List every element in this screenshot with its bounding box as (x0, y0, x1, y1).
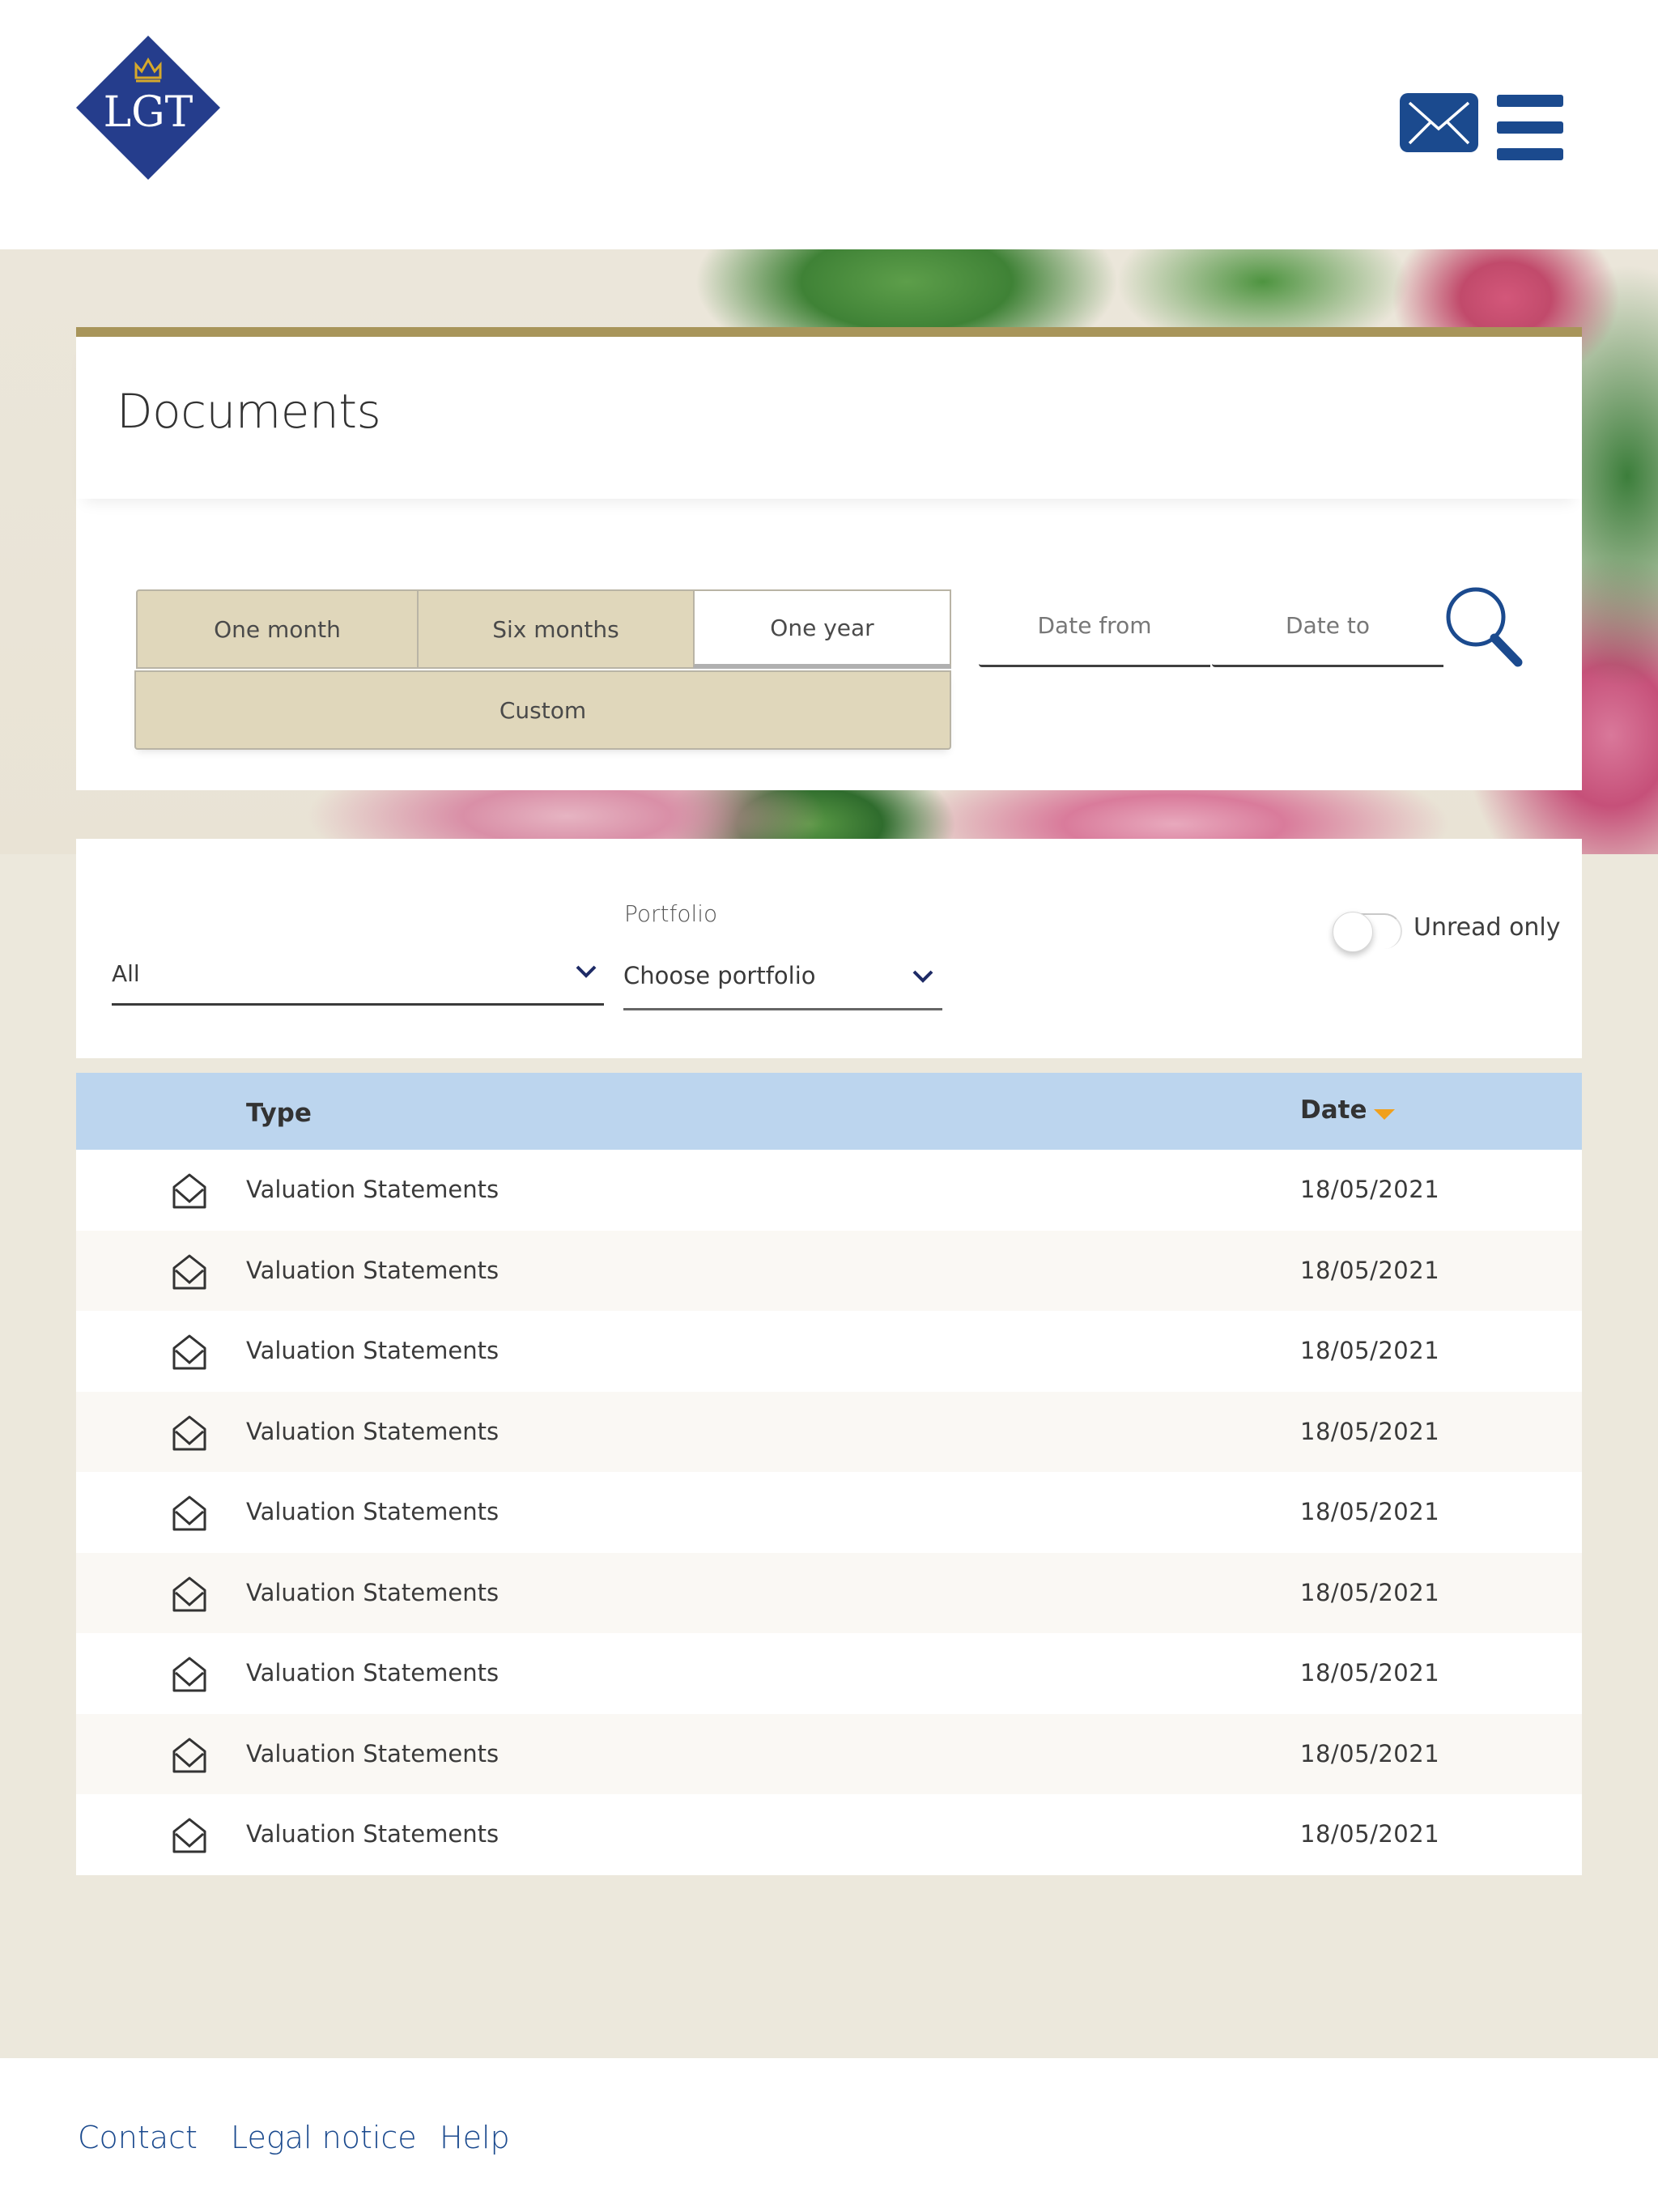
open-envelope-icon (172, 1818, 206, 1853)
document-type-value: All (112, 960, 140, 987)
period-one-month-button[interactable]: One month (136, 589, 419, 669)
portfolio-label: Portfolio (624, 900, 718, 927)
row-type: Valuation Statements (246, 1659, 500, 1687)
row-type: Valuation Statements (246, 1498, 500, 1525)
lgt-logo[interactable]: LGT (76, 36, 220, 180)
date-from-input[interactable] (979, 586, 1210, 665)
row-type: Valuation Statements (246, 1578, 500, 1606)
row-type: Valuation Statements (246, 1337, 500, 1364)
envelope-icon (1400, 93, 1478, 152)
chevron-down-icon (912, 970, 933, 983)
period-one-year-button[interactable]: One year (693, 589, 951, 669)
date-from-field (979, 586, 1210, 667)
row-date: 18/05/2021 (1300, 1417, 1440, 1445)
row-type: Valuation Statements (246, 1820, 500, 1848)
table-row[interactable]: Valuation Statements 18/05/2021 (76, 1472, 1582, 1553)
search-button[interactable] (1443, 585, 1524, 667)
hamburger-bar (1497, 121, 1563, 134)
footer-link-legal-notice[interactable]: Legal notice (231, 2120, 417, 2155)
footer-link-help[interactable]: Help (440, 2120, 510, 2155)
hamburger-menu-icon (1497, 95, 1563, 107)
open-envelope-icon (172, 1334, 206, 1370)
open-envelope-icon (172, 1254, 206, 1289)
open-envelope-icon (172, 1495, 206, 1531)
messages-button[interactable] (1400, 93, 1478, 152)
column-header-date-label: Date (1300, 1095, 1367, 1125)
table-row[interactable]: Valuation Statements 18/05/2021 (76, 1230, 1582, 1311)
documents-card: Documents One month Six months One year … (76, 327, 1582, 790)
site-footer: Contact Legal notice Help (0, 2058, 1658, 2212)
footer-link-contact[interactable]: Contact (78, 2120, 198, 2155)
portfolio-select[interactable]: Choose portfolio (623, 952, 942, 1010)
row-type: Valuation Statements (246, 1739, 500, 1767)
hamburger-bar (1497, 148, 1563, 160)
row-date: 18/05/2021 (1300, 1337, 1440, 1364)
row-date: 18/05/2021 (1300, 1498, 1440, 1525)
unread-only-toggle[interactable] (1333, 910, 1402, 955)
table-row[interactable]: Valuation Statements 18/05/2021 (76, 1552, 1582, 1633)
row-date: 18/05/2021 (1300, 1820, 1440, 1848)
table-row[interactable]: Valuation Statements 18/05/2021 (76, 1713, 1582, 1794)
open-envelope-icon (172, 1657, 206, 1692)
date-to-field (1212, 586, 1443, 667)
open-envelope-icon (172, 1173, 206, 1209)
open-envelope-icon (172, 1576, 206, 1611)
table-row[interactable]: Valuation Statements 18/05/2021 (76, 1633, 1582, 1714)
row-date: 18/05/2021 (1300, 1176, 1440, 1203)
page-title: Documents (117, 384, 381, 439)
open-envelope-icon (172, 1415, 206, 1450)
period-six-months-button[interactable]: Six months (417, 589, 695, 669)
table-row[interactable]: Valuation Statements 18/05/2021 (76, 1391, 1582, 1472)
row-date: 18/05/2021 (1300, 1739, 1440, 1767)
chevron-down-icon (576, 965, 597, 978)
logo-text: LGT (104, 88, 193, 137)
filter-card: All Portfolio Choose portfolio Unread on… (76, 839, 1582, 1058)
period-custom-button[interactable]: Custom (134, 670, 951, 750)
row-date: 18/05/2021 (1300, 1256, 1440, 1284)
toggle-knob (1333, 912, 1373, 952)
table-row[interactable]: Valuation Statements 18/05/2021 (76, 1311, 1582, 1392)
row-date: 18/05/2021 (1300, 1659, 1440, 1687)
table-row[interactable]: Valuation Statements 18/05/2021 (76, 1794, 1582, 1875)
document-type-select[interactable]: All (112, 928, 604, 1006)
table-header: Type Date (76, 1073, 1582, 1150)
row-type: Valuation Statements (246, 1176, 500, 1203)
unread-only-label: Unread only (1414, 913, 1561, 942)
date-to-input[interactable] (1212, 586, 1443, 665)
row-type: Valuation Statements (246, 1417, 500, 1445)
row-date: 18/05/2021 (1300, 1578, 1440, 1606)
title-area: Documents (76, 337, 1582, 499)
open-envelope-icon (172, 1738, 206, 1772)
table-body: Valuation Statements 18/05/2021 Valuation … (76, 1150, 1582, 1875)
site-header: LGT (0, 0, 1658, 249)
documents-table: Type Date Valuation Statements 18/05/2021… (76, 1073, 1582, 1875)
magnifier-icon (1446, 587, 1523, 667)
sort-descending-icon (1373, 1109, 1395, 1120)
column-header-type[interactable]: Type (246, 1099, 312, 1128)
table-row[interactable]: Valuation Statements 18/05/2021 (76, 1150, 1582, 1231)
row-type: Valuation Statements (246, 1256, 500, 1284)
portfolio-value: Choose portfolio (623, 962, 816, 989)
column-header-date[interactable]: Date (1300, 1095, 1395, 1125)
hamburger-menu-button[interactable] (1497, 95, 1563, 161)
